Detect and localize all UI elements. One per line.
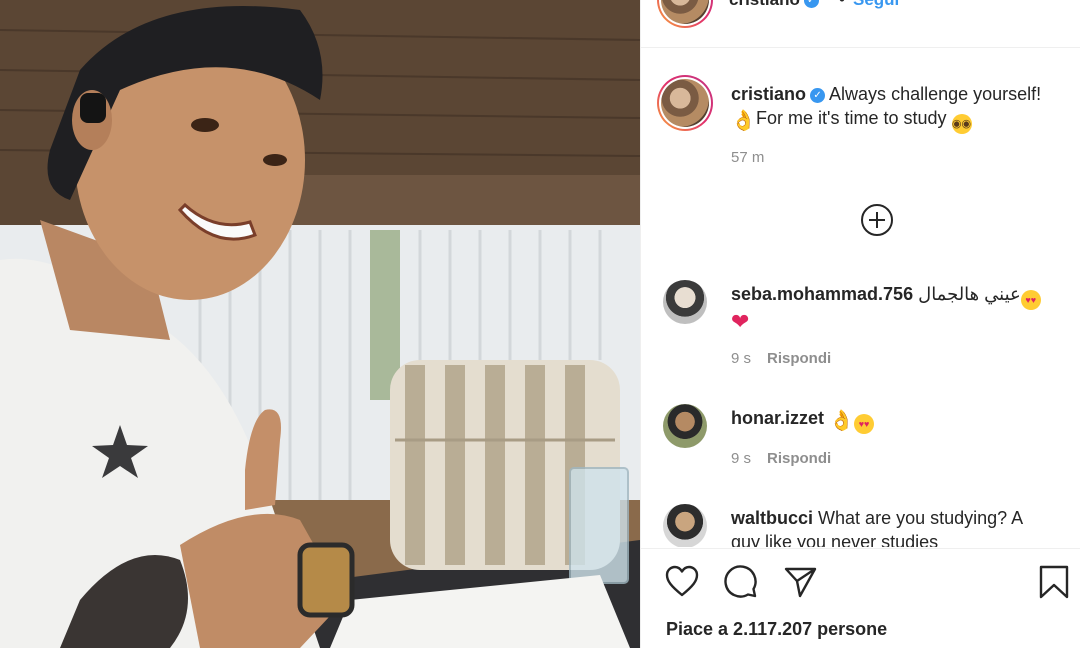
separator-dot: • xyxy=(839,0,845,10)
comment-text: honar.izzet 👌 ♥♥ xyxy=(731,406,1067,434)
verified-badge-icon: ✓ xyxy=(810,87,826,103)
likes-count[interactable]: Piace a 2.117.207 persone xyxy=(666,619,887,640)
heart-icon[interactable] xyxy=(665,565,699,599)
comments-list[interactable]: cristiano ✓ Always challenge yourself! 👌 … xyxy=(641,49,1080,547)
comment-username[interactable]: seba.mohammad.756 xyxy=(731,284,913,304)
post-sidebar: cristiano✓ • Segui ••• cristiano✓ Always… xyxy=(640,0,1080,648)
comment-text: waltbucci What are you studying? A guy l… xyxy=(731,508,1024,547)
post-image xyxy=(0,0,640,648)
author-avatar[interactable] xyxy=(657,0,713,28)
comment-text: seba.mohammad.756 عيني هالجمال ♥♥ ❤ xyxy=(731,282,1067,335)
reply-button[interactable]: Rispondi xyxy=(767,350,831,367)
reply-button[interactable]: Rispondi xyxy=(767,450,831,467)
author-username[interactable]: cristiano✓ xyxy=(729,0,819,10)
ok-hand-emoji-icon: 👌 xyxy=(731,110,756,132)
heart-eyes-emoji-icon: ♥♥ xyxy=(1020,290,1041,310)
commenter-avatar[interactable] xyxy=(663,504,707,547)
post-photo[interactable] xyxy=(0,0,640,648)
comment-username[interactable]: honar.izzet xyxy=(731,408,824,428)
caption-username[interactable]: cristiano xyxy=(731,84,806,104)
comment-meta: 9 s Rispondi xyxy=(731,350,832,367)
load-more-comments-icon[interactable] xyxy=(861,204,893,236)
bookmark-icon[interactable] xyxy=(1037,565,1071,599)
more-options-icon[interactable]: ••• xyxy=(1041,0,1065,9)
caption-text: cristiano ✓ Always challenge yourself! 👌 … xyxy=(731,84,1042,134)
comment-meta: 9 s Rispondi xyxy=(731,450,832,467)
comment-username[interactable]: waltbucci xyxy=(731,508,813,528)
caption-time: 57 m xyxy=(731,149,765,166)
post-header: cristiano✓ • Segui ••• xyxy=(641,0,1080,48)
ok-hand-emoji-icon: 👌 xyxy=(829,410,854,432)
share-icon[interactable] xyxy=(784,565,818,599)
verified-badge-icon: ✓ xyxy=(803,0,819,9)
post-actions: Piace a 2.117.207 persone xyxy=(641,548,1080,648)
follow-button[interactable]: Segui xyxy=(853,0,899,10)
commenter-avatar[interactable] xyxy=(663,404,707,448)
red-heart-emoji-icon: ❤ xyxy=(731,309,750,334)
comment-icon[interactable] xyxy=(724,565,758,599)
caption-avatar[interactable] xyxy=(657,75,713,131)
nerd-face-emoji-icon: ◉◉ xyxy=(951,114,972,134)
commenter-avatar[interactable] xyxy=(663,280,707,324)
heart-eyes-emoji-icon: ♥♥ xyxy=(854,414,875,434)
